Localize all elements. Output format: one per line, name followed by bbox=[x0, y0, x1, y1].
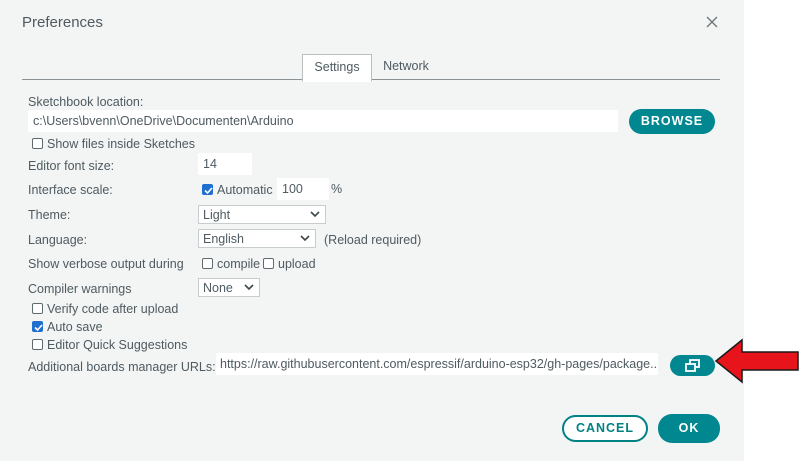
quick-suggestions-label: Editor Quick Suggestions bbox=[47, 338, 188, 352]
cancel-button[interactable]: CANCEL bbox=[562, 415, 648, 442]
language-select[interactable]: English bbox=[198, 229, 316, 248]
automatic-checkbox[interactable] bbox=[202, 184, 213, 195]
chevron-down-icon bbox=[310, 206, 320, 229]
open-window-icon bbox=[684, 359, 700, 372]
compiler-warnings-value: None bbox=[203, 281, 233, 295]
show-files-checkbox[interactable] bbox=[32, 138, 43, 149]
checkmark-icon bbox=[34, 324, 43, 332]
theme-select[interactable]: Light bbox=[198, 205, 326, 224]
show-files-label: Show files inside Sketches bbox=[47, 137, 195, 151]
upload-checkbox[interactable] bbox=[263, 258, 274, 269]
auto-save-checkbox[interactable] bbox=[32, 321, 43, 332]
language-select-value: English bbox=[203, 232, 244, 246]
font-size-label: Editor font size: bbox=[28, 159, 115, 173]
checkmark-icon bbox=[204, 187, 213, 195]
language-label: Language: bbox=[28, 233, 88, 247]
boards-urls-label: Additional boards manager URLs: bbox=[28, 360, 216, 374]
compile-checkbox[interactable] bbox=[202, 258, 213, 269]
quick-suggestions-checkbox[interactable] bbox=[32, 339, 43, 350]
compiler-warnings-label: Compiler warnings bbox=[28, 282, 132, 296]
verify-code-checkbox[interactable] bbox=[32, 303, 43, 314]
compile-label: compile bbox=[217, 257, 261, 271]
interface-scale-label: Interface scale: bbox=[28, 183, 113, 197]
reload-required-note: (Reload required) bbox=[324, 233, 422, 247]
automatic-label: Automatic bbox=[217, 183, 273, 197]
upload-label: upload bbox=[278, 257, 316, 271]
tab-network[interactable]: Network bbox=[378, 54, 434, 79]
boards-urls-input[interactable]: https://raw.githubusercontent.com/espres… bbox=[216, 353, 658, 375]
compiler-warnings-select[interactable]: None bbox=[198, 278, 260, 297]
scale-unit: % bbox=[331, 182, 343, 196]
tab-settings[interactable]: Settings bbox=[302, 54, 372, 82]
red-arrow-annotation bbox=[714, 338, 799, 384]
sketchbook-location-label: Sketchbook location: bbox=[28, 95, 144, 109]
verify-code-label: Verify code after upload bbox=[47, 302, 179, 316]
font-size-input[interactable]: 14 bbox=[198, 153, 252, 175]
auto-save-label: Auto save bbox=[47, 320, 103, 334]
chevron-down-icon bbox=[300, 230, 310, 253]
sketchbook-location-input[interactable]: c:\Users\bvenn\OneDrive\Documenten\Ardui… bbox=[28, 110, 618, 132]
chevron-down-icon bbox=[244, 279, 254, 302]
theme-label: Theme: bbox=[28, 208, 71, 222]
verbose-output-label: Show verbose output during bbox=[28, 257, 184, 271]
theme-select-value: Light bbox=[203, 208, 231, 222]
dialog-title: Preferences bbox=[22, 14, 103, 31]
preferences-dialog: Preferences Settings Network Sketchbook … bbox=[0, 0, 744, 461]
ok-button[interactable]: OK bbox=[658, 414, 720, 443]
open-urls-window-button[interactable] bbox=[670, 355, 715, 376]
close-icon[interactable] bbox=[704, 14, 720, 30]
scale-input[interactable]: 100 bbox=[277, 178, 329, 200]
browse-button[interactable]: BROWSE bbox=[629, 109, 715, 134]
